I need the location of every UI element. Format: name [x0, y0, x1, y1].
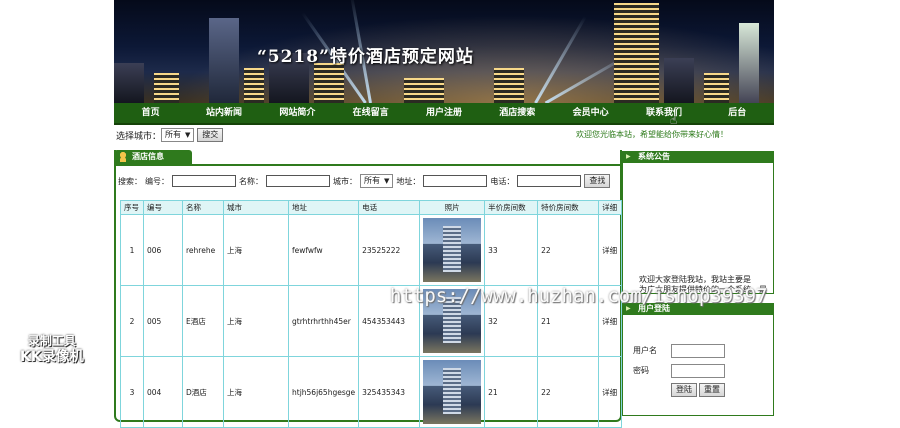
col-special-rooms: 特价房间数 — [537, 200, 600, 215]
name-input[interactable] — [266, 175, 330, 187]
detail-link[interactable]: 详细 — [598, 214, 623, 286]
banner: “5218”特价酒店预定网站 — [114, 0, 774, 103]
nav-member-center[interactable]: 会员中心 — [554, 103, 627, 123]
col-no: 序号 — [120, 200, 144, 215]
watermark-text: https://www.huzhan.com/ishop39397 — [390, 285, 768, 307]
nav-contact[interactable]: 联系我们 — [627, 103, 700, 123]
col-city: 城市 — [223, 200, 289, 215]
hotel-table: 序号 编号 名称 城市 地址 电话 照片 半价房间数 特价房间数 详细 1 00… — [120, 200, 623, 428]
city-submit-button[interactable]: 搜交 — [197, 128, 224, 142]
username-input[interactable] — [671, 344, 725, 358]
reset-button[interactable]: 重置 — [699, 383, 725, 397]
phone-input[interactable] — [517, 175, 582, 187]
detail-link[interactable]: 详细 — [598, 356, 623, 428]
code-label: 编号： — [145, 176, 169, 186]
nav-message[interactable]: 在线留言 — [334, 103, 407, 123]
city-label: 选择城市： — [116, 131, 162, 142]
table-header-row: 序号 编号 名称 城市 地址 电话 照片 半价房间数 特价房间数 详细 — [120, 200, 623, 215]
page-container: “5218”特价酒店预定网站 首页 站内新闻 网站简介 在线留言 用户注册 酒店… — [114, 0, 774, 428]
hotel-photo[interactable] — [423, 218, 482, 282]
col-address: 地址 — [287, 200, 360, 215]
city-bar: 选择城市： 所有 ▼ 搜交 欢迎您光临本站，希望能给你带来好心情！ — [114, 126, 774, 144]
hotel-photo-cell — [419, 356, 486, 428]
login-panel: 用户名 密码 登陆 重置 — [622, 303, 774, 416]
hotel-photo-cell — [419, 214, 486, 286]
col-code: 编号 — [143, 200, 183, 215]
username-label: 用户名 — [633, 346, 657, 355]
table-row: 1 006 rehrehe 上海 fewfwfw 23525222 33 22 … — [120, 214, 623, 286]
nav-hotel-search[interactable]: 酒店搜索 — [481, 103, 554, 123]
notice-panel: 欢迎大家登陆我站，我站主要是 为广大朋友提供特价的一个系统。最 — [622, 151, 774, 294]
recorder-overlay: 录制工具 KK录像机 — [20, 334, 84, 365]
mouse-cursor-icon: ☝ — [670, 113, 678, 127]
password-input[interactable] — [671, 364, 725, 378]
login-button[interactable]: 登陆 — [671, 383, 697, 397]
hotel-photo[interactable] — [423, 360, 482, 424]
nav-about[interactable]: 网站简介 — [261, 103, 334, 123]
col-detail: 详细 — [598, 200, 623, 215]
nav-news[interactable]: 站内新闻 — [187, 103, 260, 123]
city-search-label: 城市： — [333, 176, 357, 186]
welcome-marquee: 欢迎您光临本站，希望能给你带来好心情！ — [576, 130, 728, 139]
code-input[interactable] — [172, 175, 236, 187]
nav-home[interactable]: 首页 — [114, 103, 187, 123]
search-prefix: 搜索： — [118, 176, 142, 186]
table-row: 3 004 D酒店 上海 htjh56j65hgesge 325435343 2… — [120, 356, 623, 428]
address-label: 地址： — [396, 176, 421, 186]
chevron-down-icon: ▼ — [185, 131, 191, 139]
col-photo: 照片 — [419, 200, 486, 215]
site-title: “5218”特价酒店预定网站 — [257, 47, 474, 67]
password-label: 密码 — [633, 366, 649, 375]
search-button[interactable]: 查找 — [584, 174, 611, 188]
nav-register[interactable]: 用户注册 — [407, 103, 480, 123]
hotel-search-bar: 搜索： 编号： 名称： 城市： 所有 ▼ 地址： 电话： 查找 — [118, 174, 611, 188]
col-half-rooms: 半价房间数 — [484, 200, 539, 215]
col-phone: 电话 — [358, 200, 421, 215]
address-input[interactable] — [423, 175, 488, 187]
col-name: 名称 — [182, 200, 224, 215]
phone-label: 电话： — [490, 176, 515, 186]
chevron-down-icon: ▼ — [384, 177, 390, 185]
name-label: 名称： — [239, 176, 263, 186]
nav-admin[interactable]: 后台 — [701, 103, 774, 123]
city-select[interactable]: 所有 ▼ — [161, 128, 195, 142]
city-search-select[interactable]: 所有 ▼ — [360, 174, 394, 188]
